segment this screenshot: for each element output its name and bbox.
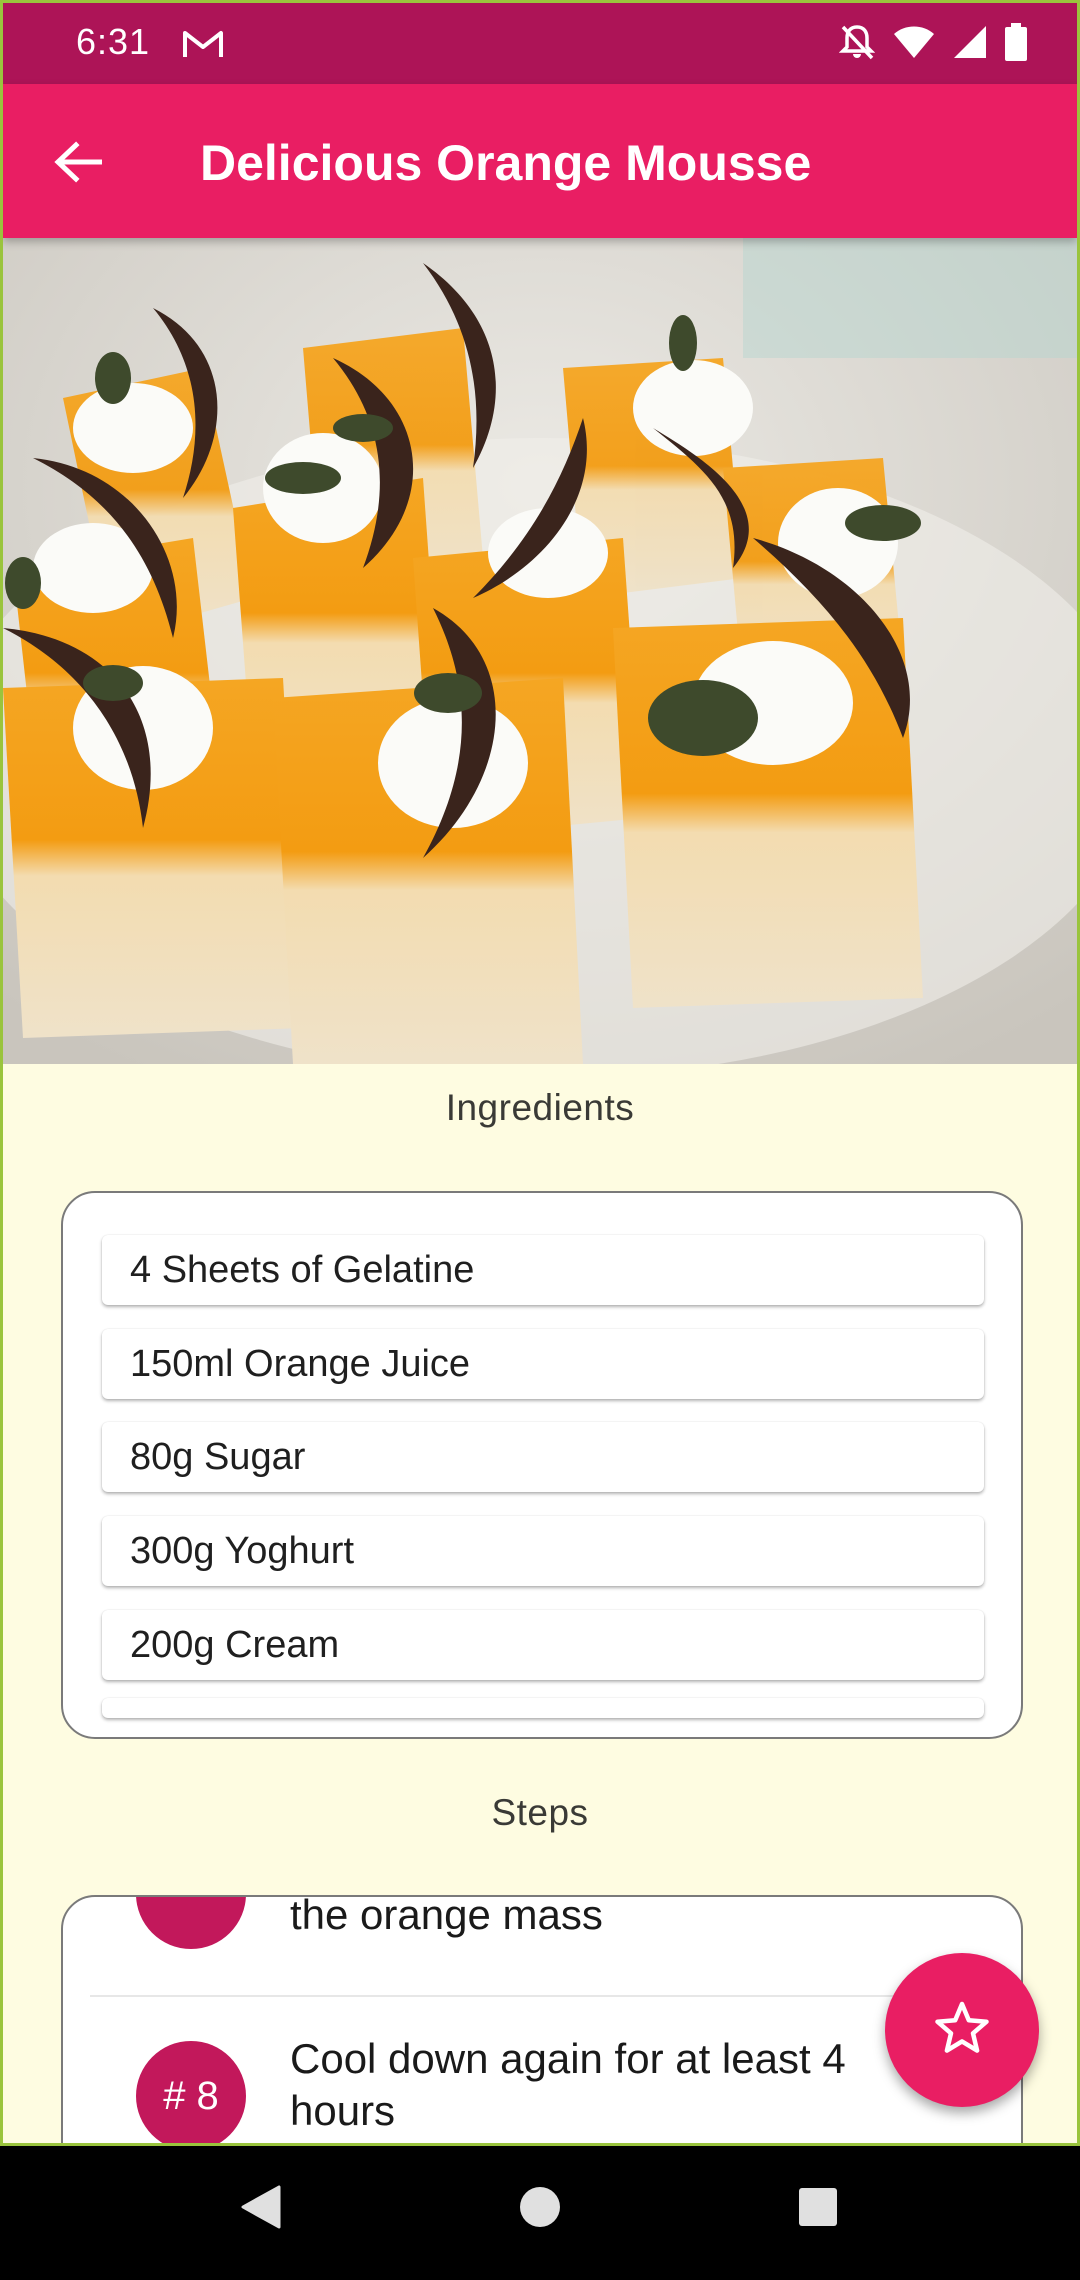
ingredient-item[interactable]: 150ml Orange Juice [102,1329,984,1399]
nav-back-button[interactable] [230,2179,290,2239]
nav-recents-button[interactable] [788,2179,848,2239]
status-icons [838,23,1027,66]
ingredient-item[interactable]: 80g Sugar [102,1422,984,1492]
step-row[interactable]: the orange mass [63,1895,1021,1997]
system-navigation-bar [0,2146,1080,2280]
back-triangle-icon [239,2185,281,2234]
recents-square-icon [798,2187,838,2232]
step-row[interactable]: # 8 Cool down again for at least 4 hours [63,1997,1021,2143]
home-circle-icon [519,2186,561,2233]
app-bar: Delicious Orange Mousse [3,84,1077,238]
step-number-badge [136,1897,246,1949]
status-time: 6:31 [76,21,151,62]
nav-home-button[interactable] [510,2179,570,2239]
back-button[interactable] [43,129,113,199]
favorite-button[interactable] [885,1953,1039,2107]
ingredient-item[interactable]: 4 Sheets of Gelatine [102,1235,984,1305]
page-title: Delicious Orange Mousse [200,135,812,191]
orange-mousse-dessert-photo [3,238,1077,1064]
recipe-image [3,238,1077,1064]
ingredients-heading: Ingredients [445,1087,635,1128]
ingredient-item[interactable]: 300g Yoghurt [102,1516,984,1586]
step-number-badge: # 8 [136,2041,246,2143]
ingredient-item[interactable]: 200g Cream [102,1610,984,1680]
signal-icon [953,25,987,64]
status-bar: 6:31 [3,3,1077,84]
wifi-icon [893,25,935,64]
step-text: Cool down again for at least 4 hours [290,2035,846,2134]
app-screen: 6:31 Delicious Orange Mousse Ingredients… [0,0,1080,2146]
star-outline-icon [934,2001,990,2060]
steps-heading: Steps [491,1792,589,1833]
gmail-icon [181,27,225,61]
notifications-off-icon [838,23,876,66]
ingredients-card: 4 Sheets of Gelatine 150ml Orange Juice … [61,1191,1023,1739]
ingredient-item-partial [102,1698,984,1718]
arrow-back-icon [54,140,103,188]
steps-card: the orange mass # 8 Cool down again for … [61,1895,1023,2143]
step-text: the orange mass [290,1895,603,1938]
battery-icon [1005,23,1027,66]
